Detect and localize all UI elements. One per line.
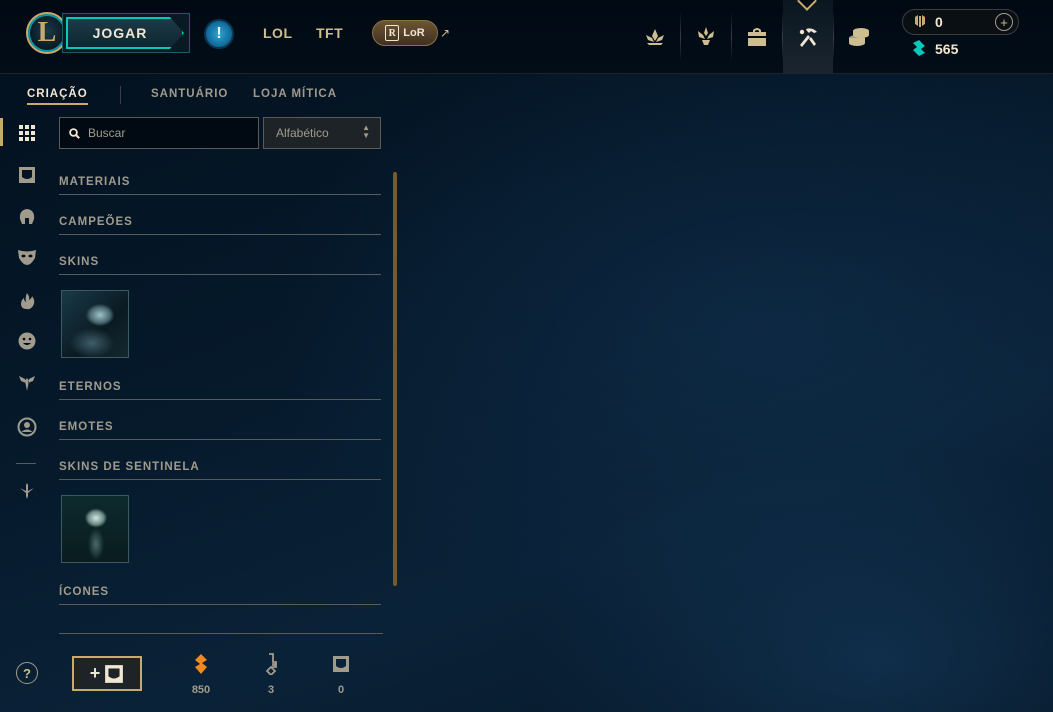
ward-skin-item[interactable] [61, 495, 129, 563]
play-button-label[interactable]: JOGAR [66, 17, 184, 49]
blue-essence-icon [912, 40, 926, 59]
rail-active-indicator [0, 118, 3, 146]
search-icon [60, 127, 88, 139]
skin-shard-item[interactable] [61, 290, 129, 358]
lor-label: LoR [403, 27, 425, 39]
sort-selected: Alfabético [276, 126, 329, 140]
tab-lol[interactable]: LOL [263, 25, 293, 41]
key-counter: 3 [251, 652, 291, 696]
rp-value: 0 [935, 14, 943, 30]
tab-santuario[interactable]: SANTUÁRIO [151, 88, 228, 103]
lor-badge-icon: R [385, 25, 400, 41]
alert-icon[interactable]: ! [204, 19, 234, 49]
sub-nav: CRIAÇÃO SANTUÁRIO LOJA MÍTICA [0, 74, 400, 118]
key-icon [251, 652, 291, 676]
crafting-icon[interactable] [783, 0, 833, 74]
category-emotes[interactable]: EMOTES [59, 416, 381, 440]
list-scrollbar[interactable] [393, 172, 397, 586]
plus-icon: + [89, 663, 101, 683]
lotus-icon[interactable] [630, 0, 680, 74]
helmet-icon[interactable] [16, 206, 38, 228]
category-materiais[interactable]: MATERIAIS [59, 171, 381, 195]
tab-tft[interactable]: TFT [316, 25, 343, 41]
craft-key-button[interactable]: + [72, 656, 142, 691]
rp-icon [912, 13, 928, 32]
category-icones[interactable]: ÍCONES [59, 581, 381, 605]
backpack-icon[interactable] [732, 0, 782, 74]
flame-icon[interactable] [16, 290, 38, 312]
tab-loja-mitica[interactable]: LOJA MÍTICA [253, 88, 337, 103]
category-list: MATERIAIS CAMPEÕES SKINS ETERNOS EMOTES … [59, 160, 381, 620]
category-eternos[interactable]: ETERNOS [59, 376, 381, 400]
filter-rail [0, 118, 54, 712]
list-divider [59, 633, 383, 634]
profile-icon[interactable] [16, 416, 38, 438]
category-skins-de-sentinela[interactable]: SKINS DE SENTINELA [59, 456, 381, 480]
chest-icon [321, 652, 361, 676]
anchor-icon[interactable] [16, 480, 38, 502]
search-box[interactable] [59, 117, 259, 149]
blue-essence-value: 565 [935, 41, 959, 57]
mask-icon[interactable] [16, 246, 38, 268]
main-nav [630, 0, 884, 74]
chest-icon[interactable] [16, 164, 38, 186]
help-button[interactable]: ? [16, 662, 38, 684]
orange-essence-value: 850 [191, 684, 211, 696]
coins-icon[interactable] [834, 0, 884, 74]
chest-counter: 0 [321, 652, 361, 696]
category-skins[interactable]: SKINS [59, 251, 381, 275]
search-input[interactable] [88, 126, 248, 140]
subnav-divider [120, 86, 121, 104]
play-button[interactable]: JOGAR [62, 13, 190, 53]
external-link-icon[interactable]: ↗ [440, 26, 450, 40]
category-campeoes[interactable]: CAMPEÕES [59, 211, 381, 235]
ward-icon[interactable] [16, 372, 38, 394]
top-bar: L JOGAR ! LOL TFT R LoR ↗ 0 + 565 [0, 0, 1053, 74]
chest-icon [105, 664, 124, 683]
key-value: 3 [267, 684, 275, 696]
grid-icon[interactable] [16, 122, 38, 144]
emote-icon[interactable] [16, 330, 38, 352]
orange-essence-icon [181, 652, 221, 676]
lor-button[interactable]: R LoR [372, 20, 438, 46]
buy-rp-button[interactable]: + [995, 13, 1013, 31]
chest-value: 0 [337, 684, 345, 696]
chevron-updown-icon: ▲ ▼ [362, 123, 370, 140]
trophy-icon[interactable] [681, 0, 731, 74]
orange-essence-counter: 850 [181, 652, 221, 696]
tab-criacao[interactable]: CRIAÇÃO [27, 88, 88, 105]
rail-divider [16, 463, 36, 464]
sort-dropdown[interactable]: Alfabético ▲ ▼ [263, 117, 381, 149]
